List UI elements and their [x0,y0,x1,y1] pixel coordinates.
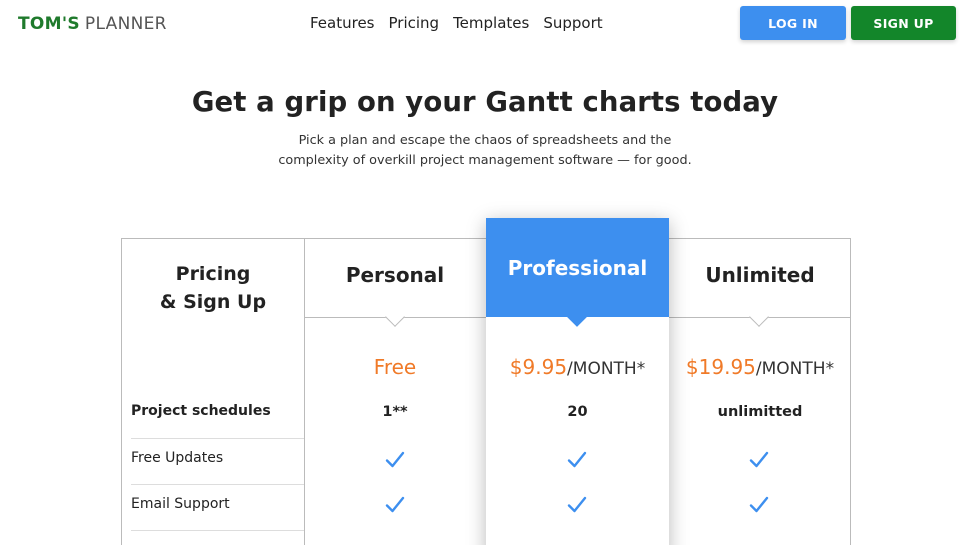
signup-button[interactable]: SIGN UP [851,6,956,40]
nav-support[interactable]: Support [543,14,602,32]
nav-pricing[interactable]: Pricing [389,14,440,32]
logo-light-text: PLANNER [84,14,167,34]
check-icon [384,449,406,471]
check-icon [384,494,406,516]
price-unlimited: $19.95/MONTH* [669,355,851,379]
main-nav: Features Pricing Templates Support [310,14,603,32]
row-divider [131,438,304,439]
row-divider [131,484,304,485]
feature-label-email-support: Email Support [131,496,230,512]
feature-label-free-updates: Free Updates [131,450,224,466]
hero-subtitle-line1: Pick a plan and escape the chaos of spre… [298,133,672,148]
price-period: /MONTH* [755,359,835,379]
plan-title-personal: Personal [345,263,445,287]
feature-label-project-schedules: Project schedules [131,403,271,419]
row-divider [131,530,304,531]
feature-column-title-line2: & Sign Up [159,291,267,313]
login-button[interactable]: LOG IN [740,6,846,40]
nav-templates[interactable]: Templates [453,14,529,32]
professional-header: Professional [486,218,669,317]
cell-personal-schedules: 1** [382,404,408,420]
hero-subtitle-line2: complexity of overkill project managemen… [278,153,692,168]
page-title: Get a grip on your Gantt charts today [191,86,779,118]
price-professional: $9.95/MONTH* [486,355,669,379]
check-icon [748,449,770,471]
plan-title-unlimited: Unlimited [705,263,815,287]
plan-title-professional: Professional [507,256,648,280]
check-icon [748,494,770,516]
check-icon [566,494,588,516]
nav-features[interactable]: Features [310,14,375,32]
price-amount: Free [373,355,417,379]
feature-column-title-line1: Pricing [175,263,251,285]
logo[interactable]: TOM'S PLANNER [18,14,167,34]
check-icon [566,449,588,471]
price-personal: Free [304,355,486,379]
price-amount: $9.95 [509,355,568,379]
price-amount: $19.95 [685,355,756,379]
cell-unlimited-schedules: unlimitted [717,404,803,420]
logo-bold-text: TOM'S [18,14,80,34]
price-period: /MONTH* [567,359,646,379]
cell-professional-schedules: 20 [567,404,588,420]
